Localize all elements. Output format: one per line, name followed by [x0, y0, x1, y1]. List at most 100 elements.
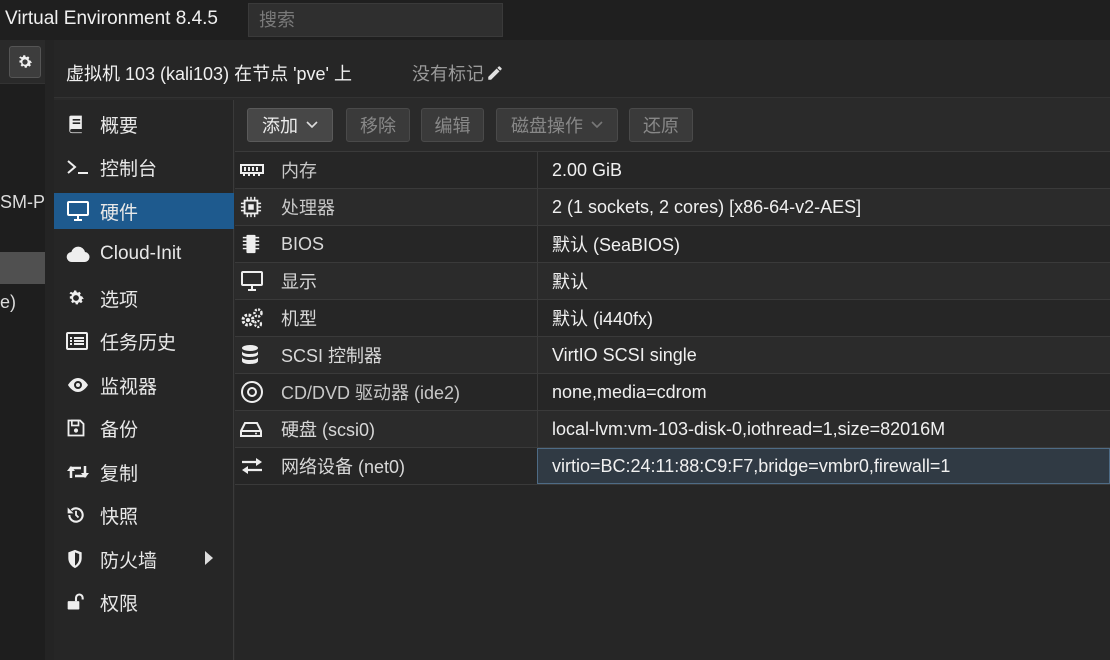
- nav-label: 监视器: [100, 376, 158, 398]
- nav-item-options[interactable]: 选项: [54, 280, 234, 316]
- tree-node-selected[interactable]: [0, 252, 45, 284]
- row-name: SCSI 控制器: [281, 346, 383, 366]
- memory-icon: [235, 163, 269, 177]
- table-row[interactable]: 显示 默认: [235, 263, 1110, 300]
- app-title: Virtual Environment 8.4.5: [5, 8, 218, 29]
- tags-label: 没有标记: [412, 64, 484, 84]
- cogs-icon: [235, 307, 269, 329]
- nav-item-replication[interactable]: 复制: [54, 454, 234, 490]
- row-value: 2.00 GiB: [537, 152, 1110, 188]
- revert-button[interactable]: 还原: [629, 108, 693, 142]
- eye-icon: [66, 374, 94, 396]
- history-icon: [66, 504, 94, 526]
- shield-icon: [66, 548, 94, 570]
- row-value: 默认: [537, 263, 1110, 299]
- table-row[interactable]: 机型 默认 (i440fx): [235, 300, 1110, 337]
- table-row[interactable]: 硬盘 (scsi0) local-lvm:vm-103-disk-0,iothr…: [235, 411, 1110, 448]
- table-row[interactable]: 内存 2.00 GiB: [235, 152, 1110, 189]
- tree-node-partial[interactable]: SM-P: [0, 192, 45, 213]
- nav-label: 概要: [100, 115, 139, 137]
- nav-item-console[interactable]: 控制台: [54, 149, 234, 185]
- row-name: BIOS: [281, 233, 325, 254]
- table-row[interactable]: CD/DVD 驱动器 (ide2) none,media=cdrom: [235, 374, 1110, 411]
- row-name: 处理器: [281, 198, 335, 218]
- nav-item-cloud-init[interactable]: Cloud-Init: [54, 236, 234, 272]
- gear-icon: [16, 53, 34, 71]
- desktop-icon: [66, 200, 94, 222]
- tree-settings-button[interactable]: [9, 46, 41, 78]
- nav-label: 防火墙: [100, 550, 158, 572]
- disk-action-label: 磁盘操作: [511, 116, 583, 137]
- vm-panel: 虚拟机 103 (kali103) 在节点 'pve' 上 没有标记 概要 控制…: [54, 40, 1110, 660]
- revert-button-label: 还原: [643, 116, 679, 137]
- database-icon: [235, 344, 269, 366]
- nav-label: 备份: [100, 419, 139, 441]
- row-value: virtio=BC:24:11:88:C9:F7,bridge=vmbr0,fi…: [537, 448, 1110, 484]
- nav-item-firewall[interactable]: 防火墙: [54, 541, 234, 577]
- remove-button[interactable]: 移除: [346, 108, 410, 142]
- book-icon: [66, 113, 94, 135]
- nav-label: 复制: [100, 463, 139, 485]
- edit-button[interactable]: 编辑: [421, 108, 484, 142]
- cpu-icon: [235, 196, 269, 218]
- pencil-icon: [486, 64, 504, 82]
- search-input[interactable]: [248, 3, 503, 37]
- exchange-icon: [235, 457, 269, 475]
- nav-label: 控制台: [100, 158, 158, 180]
- nav-item-task-history[interactable]: 任务历史: [54, 323, 234, 359]
- nav-item-summary[interactable]: 概要: [54, 106, 234, 142]
- table-row[interactable]: BIOS 默认 (SeaBIOS): [235, 226, 1110, 263]
- row-value: 2 (1 sockets, 2 cores) [x86-64-v2-AES]: [537, 189, 1110, 225]
- row-value: 默认 (i440fx): [537, 300, 1110, 336]
- terminal-icon: [66, 156, 94, 178]
- nav-label: 选项: [100, 289, 139, 311]
- row-name: 显示: [281, 272, 317, 292]
- panel-header: 虚拟机 103 (kali103) 在节点 'pve' 上 没有标记: [54, 40, 1110, 98]
- resource-tree: SM-P e): [0, 40, 45, 660]
- nav-item-hardware[interactable]: 硬件: [54, 193, 234, 229]
- table-row[interactable]: SCSI 控制器 VirtIO SCSI single: [235, 337, 1110, 374]
- nav-item-monitor[interactable]: 监视器: [54, 367, 234, 403]
- nav-label: 快照: [100, 506, 139, 528]
- page-title: 虚拟机 103 (kali103) 在节点 'pve' 上: [66, 64, 352, 84]
- top-bar: Virtual Environment 8.4.5: [0, 0, 1110, 40]
- chip-icon: [235, 234, 269, 254]
- cloud-icon: [66, 243, 94, 265]
- tree-toolbar: [0, 40, 45, 84]
- vm-nav: 概要 控制台 硬件 Cloud-Init 选项 任务历史 监视器 备份 复制 快…: [54, 100, 234, 660]
- table-row[interactable]: 处理器 2 (1 sockets, 2 cores) [x86-64-v2-AE…: [235, 189, 1110, 226]
- add-button[interactable]: 添加: [247, 108, 333, 142]
- retweet-icon: [66, 461, 94, 483]
- disk-action-button[interactable]: 磁盘操作: [496, 108, 618, 142]
- row-value: 默认 (SeaBIOS): [537, 226, 1110, 262]
- caret-right-icon: [204, 550, 214, 566]
- nav-item-permissions[interactable]: 权限: [54, 584, 234, 620]
- floppy-icon: [66, 417, 94, 439]
- nav-label: Cloud-Init: [100, 243, 182, 264]
- hdd-icon: [235, 421, 269, 437]
- nav-item-snapshots[interactable]: 快照: [54, 497, 234, 533]
- nav-item-backup[interactable]: 备份: [54, 410, 234, 446]
- cdrom-icon: [235, 380, 269, 404]
- row-name: 硬盘 (scsi0): [281, 420, 375, 440]
- row-value: local-lvm:vm-103-disk-0,iothread=1,size=…: [537, 411, 1110, 447]
- row-name: 网络设备 (net0): [281, 457, 406, 477]
- nav-label: 任务历史: [100, 332, 177, 354]
- unlock-icon: [66, 591, 94, 613]
- remove-button-label: 移除: [360, 116, 396, 137]
- tree-node-partial[interactable]: e): [0, 292, 16, 313]
- row-name: 内存: [281, 161, 317, 181]
- hardware-grid: 内存 2.00 GiB 处理器 2 (1 sockets, 2 cores) […: [235, 152, 1110, 485]
- chevron-down-icon: [306, 121, 318, 129]
- gear-icon: [66, 287, 94, 309]
- chevron-down-icon: [591, 121, 603, 129]
- hardware-toolbar: 添加 移除 编辑 磁盘操作 还原: [235, 100, 1110, 152]
- row-name: CD/DVD 驱动器 (ide2): [281, 383, 461, 403]
- add-button-label: 添加: [262, 116, 298, 137]
- table-row[interactable]: 网络设备 (net0) virtio=BC:24:11:88:C9:F7,bri…: [235, 448, 1110, 485]
- nav-label: 权限: [100, 593, 139, 615]
- tags-edit[interactable]: 没有标记: [412, 60, 504, 86]
- row-name: 机型: [281, 309, 317, 329]
- desktop-icon: [235, 271, 269, 291]
- hardware-view: 添加 移除 编辑 磁盘操作 还原 内存 2.00 GiB 处理器 2 (1 so…: [235, 100, 1110, 660]
